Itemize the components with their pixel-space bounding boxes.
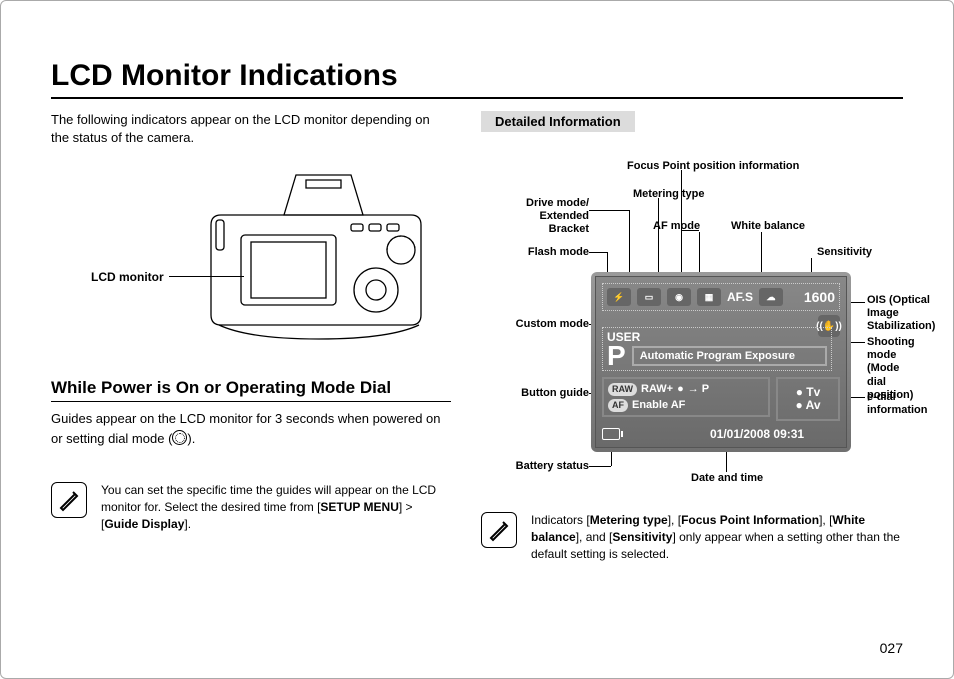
shooting-mode-box: USER P Automatic Program Exposure — [602, 327, 832, 371]
label-battery: Battery status — [509, 460, 589, 473]
camera-icon — [201, 160, 461, 350]
intro-text: The following indicators appear on the L… — [51, 111, 451, 146]
label-focus-point: Focus Point position information — [627, 160, 799, 173]
flash-icon: ⚡ — [607, 288, 631, 306]
section-heading: While Power is On or Operating Mode Dial — [51, 378, 451, 402]
lcd-screen: ⚡ ▭ ◉ ▦ AF.S ☁ 1600 ((✋)) USER P — [591, 272, 851, 452]
mode-description: Automatic Program Exposure — [632, 346, 827, 367]
label-sensitivity: Sensitivity — [817, 246, 872, 259]
af-mode-indicator: AF.S — [727, 290, 753, 304]
note-box-2: Indicators [Metering type], [Focus Point… — [481, 512, 903, 562]
button-guide-box: RAW RAW+ ● → P AF Enable AF — [602, 377, 770, 417]
page-title: LCD Monitor Indications — [51, 59, 903, 99]
note-box: You can set the specific time the guides… — [51, 482, 451, 532]
label-edial: e-dial information — [867, 391, 927, 417]
wb-icon: ☁ — [759, 288, 783, 306]
raw-pill: RAW — [608, 383, 637, 396]
metering-icon: ◉ — [667, 288, 691, 306]
mode-dial-icon — [172, 430, 187, 445]
label-af-mode: AF mode — [653, 220, 700, 233]
drive-icon: ▭ — [637, 288, 661, 306]
edial-box: ● Tv ● Av — [776, 377, 840, 421]
label-metering: Metering type — [633, 188, 705, 201]
camera-illustration: LCD monitor — [81, 160, 451, 360]
lcd-bottom-row: 01/01/2008 09:31 — [602, 425, 840, 443]
guide-text: Guides appear on the LCD monitor for 3 s… — [51, 410, 451, 448]
battery-icon — [602, 428, 620, 440]
note-icon — [481, 512, 517, 548]
af-pill: AF — [608, 399, 628, 412]
label-flash-mode: Flash mode — [519, 246, 589, 259]
label-datetime: Date and time — [691, 472, 763, 485]
note-icon — [51, 482, 87, 518]
label-custom-mode: Custom mode — [509, 318, 589, 331]
datetime-indicator: 01/01/2008 09:31 — [710, 427, 804, 441]
iso-indicator: 1600 — [804, 289, 835, 305]
label-button-guide: Button guide — [517, 387, 589, 400]
lcd-diagram: Drive mode/ Extended Bracket Flash mode … — [481, 142, 903, 482]
label-white-balance: White balance — [731, 220, 805, 233]
label-drive-mode: Drive mode/ Extended Bracket — [497, 197, 589, 237]
page-number: 027 — [880, 640, 903, 656]
detailed-info-tab: Detailed Information — [481, 111, 635, 132]
lcd-top-row: ⚡ ▭ ◉ ▦ AF.S ☁ 1600 — [602, 283, 840, 311]
label-ois: OIS (Optical Image Stabilization) — [867, 294, 935, 334]
mode-letter: P — [607, 342, 626, 370]
focus-point-icon: ▦ — [697, 288, 721, 306]
lcd-monitor-label: LCD monitor — [91, 270, 164, 284]
